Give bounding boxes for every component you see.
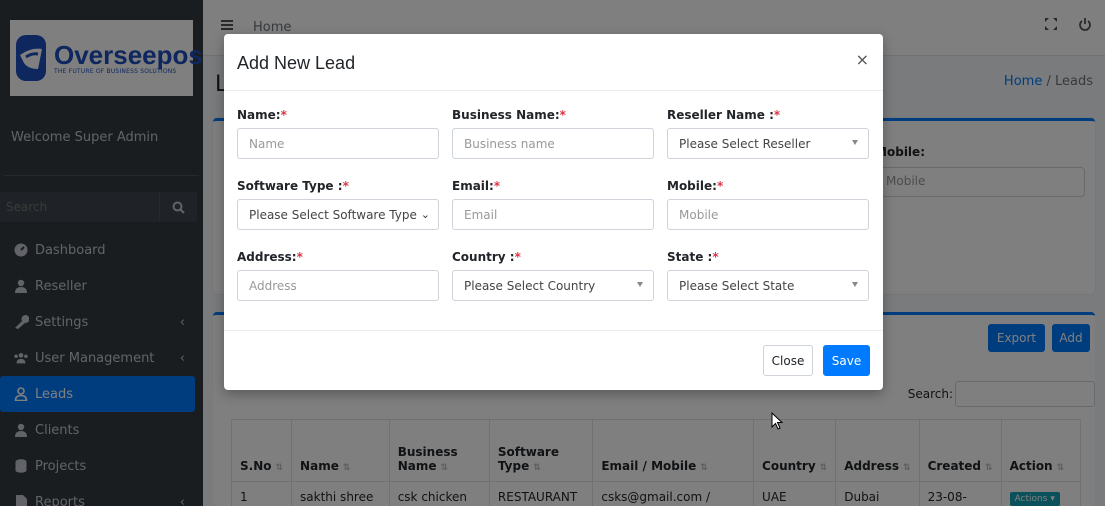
chevron-left-icon: ‹ bbox=[179, 350, 185, 366]
sidebar: Overseepos THE FUTURE OF BUSINESS SOLUTI… bbox=[0, 0, 203, 506]
mobile-input[interactable]: Mobile bbox=[667, 199, 869, 230]
chevron-down-icon: ⌄ bbox=[420, 208, 430, 221]
sidebar-item-dashboard[interactable]: Dashboard bbox=[0, 232, 203, 268]
field-state: State :* Please Select State bbox=[667, 250, 869, 301]
sidebar-item-clients[interactable]: Clients bbox=[0, 412, 203, 448]
sidebar-item-label: Reports bbox=[35, 494, 85, 506]
modal-header: Add New Lead × bbox=[224, 34, 883, 91]
sidebar-item-label: Settings bbox=[35, 314, 89, 330]
reseller-select[interactable]: Please Select Reseller bbox=[667, 128, 869, 159]
name-input[interactable]: Name bbox=[237, 128, 439, 159]
sidebar-item-user-management[interactable]: User Management ‹ bbox=[0, 340, 203, 376]
sidebar-item-label: Projects bbox=[35, 458, 87, 474]
field-name: Name:* Name bbox=[237, 108, 439, 159]
sidebar-item-projects[interactable]: Projects bbox=[0, 448, 203, 484]
address-input[interactable]: Address bbox=[237, 270, 439, 301]
sidebar-item-reports[interactable]: Reports ‹ bbox=[0, 484, 203, 506]
sidebar-item-settings[interactable]: Settings ‹ bbox=[0, 304, 203, 340]
business-name-input[interactable]: Business name bbox=[452, 128, 654, 159]
sidebar-search-input[interactable] bbox=[0, 192, 159, 222]
users-icon bbox=[13, 350, 29, 366]
field-mobile: Mobile:* Mobile bbox=[667, 179, 869, 230]
dashboard-icon bbox=[13, 242, 29, 258]
welcome-text: Welcome Super Admin bbox=[4, 96, 199, 176]
save-button[interactable]: Save bbox=[823, 345, 870, 376]
wrench-icon bbox=[13, 314, 29, 330]
database-icon bbox=[13, 458, 29, 474]
user-tie-icon bbox=[13, 278, 29, 294]
email-input[interactable]: Email bbox=[452, 199, 654, 230]
add-lead-modal: Add New Lead × Name:* Name Business Name… bbox=[224, 34, 883, 390]
field-reseller: Reseller Name :* Please Select Reseller bbox=[667, 108, 869, 159]
brand-logo[interactable]: Overseepos THE FUTURE OF BUSINESS SOLUTI… bbox=[10, 20, 203, 96]
sidebar-item-label: Clients bbox=[35, 422, 80, 438]
user-icon bbox=[13, 422, 29, 438]
brand-tagline: THE FUTURE OF BUSINESS SOLUTIONS bbox=[54, 67, 177, 75]
sidebar-item-leads[interactable]: Leads bbox=[0, 376, 195, 412]
brand-name: Overseepos bbox=[54, 39, 203, 70]
sidebar-item-label: Dashboard bbox=[35, 242, 106, 258]
caret-down-icon bbox=[852, 140, 858, 145]
sidebar-item-label: User Management bbox=[35, 350, 155, 366]
sidebar-item-label: Leads bbox=[35, 386, 74, 402]
field-address: Address:* Address bbox=[237, 250, 439, 301]
user-outline-icon bbox=[13, 386, 29, 402]
chevron-left-icon: ‹ bbox=[179, 314, 185, 330]
state-select[interactable]: Please Select State bbox=[667, 270, 869, 301]
sidebar-search bbox=[0, 192, 197, 222]
sidebar-item-label: Reseller bbox=[35, 278, 87, 294]
field-business-name: Business Name:* Business name bbox=[452, 108, 654, 159]
mouse-cursor-icon bbox=[771, 412, 783, 430]
modal-title: Add New Lead bbox=[237, 53, 356, 73]
caret-down-icon bbox=[852, 282, 858, 287]
logo-icon bbox=[16, 35, 46, 81]
modal-footer: Close Save bbox=[224, 330, 883, 390]
file-icon bbox=[13, 494, 29, 506]
field-country: Country :* Please Select Country bbox=[452, 250, 654, 301]
chevron-left-icon: ‹ bbox=[179, 494, 185, 506]
search-icon bbox=[172, 201, 185, 214]
close-button[interactable]: Close bbox=[763, 345, 813, 376]
software-type-select[interactable]: Please Select Software Type ⌄ bbox=[237, 199, 439, 230]
close-icon[interactable]: × bbox=[856, 50, 869, 69]
field-software-type: Software Type :* Please Select Software … bbox=[237, 179, 439, 230]
caret-down-icon bbox=[637, 282, 643, 287]
field-email: Email:* Email bbox=[452, 179, 654, 230]
country-select[interactable]: Please Select Country bbox=[452, 270, 654, 301]
search-button[interactable] bbox=[159, 192, 197, 222]
sidebar-item-reseller[interactable]: Reseller bbox=[0, 268, 203, 304]
